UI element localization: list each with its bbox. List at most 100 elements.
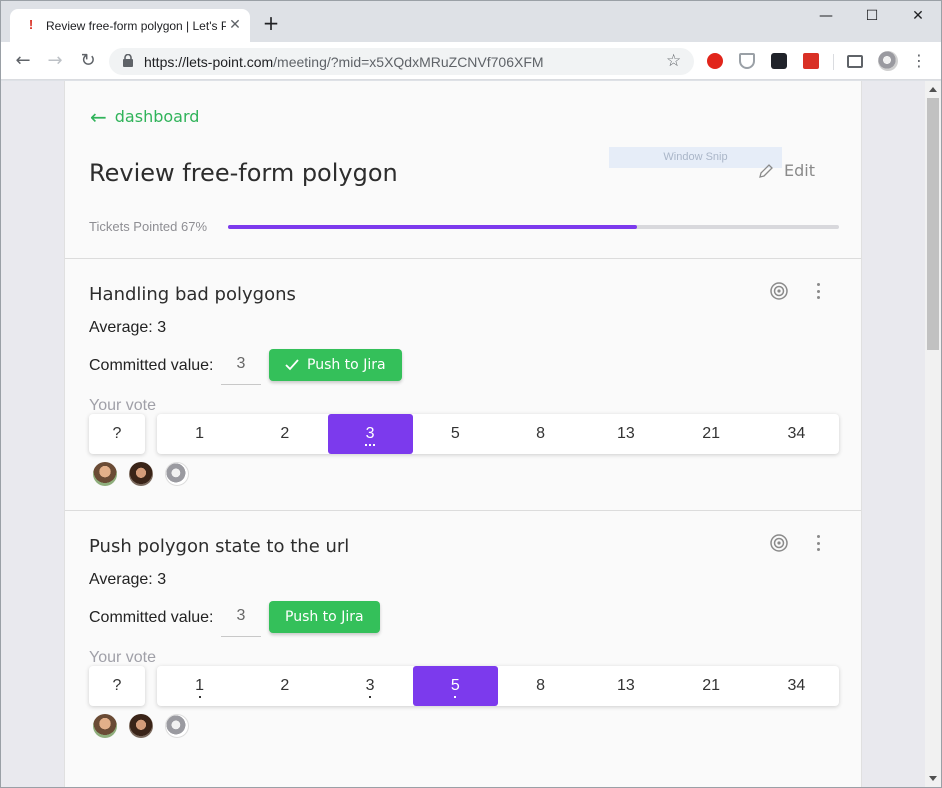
ticket-card: Handling bad polygons Average: 3 Committ…: [65, 258, 861, 510]
vote-option-label: 2: [280, 677, 290, 694]
avatar: [129, 462, 153, 486]
vote-option-3[interactable]: 3: [328, 666, 413, 706]
scroll-up-icon[interactable]: [929, 87, 937, 92]
push-to-jira-button[interactable]: Push to Jira: [269, 601, 380, 633]
arrow-left-icon: ←: [90, 104, 107, 129]
vote-option-1[interactable]: 1: [157, 414, 242, 454]
scroll-down-icon[interactable]: [929, 776, 937, 781]
lock-icon: [123, 54, 133, 67]
vote-count-dots: [328, 696, 413, 698]
url-text: https://lets-point.com/meeting/?mid=x5XQ…: [144, 54, 544, 70]
your-vote-label: Your vote: [89, 397, 157, 414]
adblock-extension-icon[interactable]: [707, 53, 723, 69]
vote-option-label: 1: [195, 677, 205, 694]
avatar: [93, 714, 117, 738]
vote-options: 1 2 3 5 8 13 21 34: [157, 666, 839, 706]
target-icon[interactable]: [769, 281, 789, 301]
shield-extension-icon[interactable]: [739, 53, 755, 69]
react-devtools-icon[interactable]: [771, 53, 787, 69]
vote-option-34[interactable]: 34: [754, 666, 839, 706]
browser-window: ! Review free-form polygon | Let's Point…: [0, 0, 942, 788]
lastpass-extension-icon[interactable]: [803, 53, 819, 69]
vote-option-2[interactable]: 2: [242, 666, 327, 706]
committed-value-input[interactable]: 3: [221, 349, 261, 385]
vote-option-21[interactable]: 21: [669, 666, 754, 706]
reload-icon[interactable]: ↻: [76, 49, 100, 73]
close-tab-icon[interactable]: ✕: [228, 18, 242, 32]
edit-label: Edit: [784, 161, 815, 180]
vote-option-21[interactable]: 21: [669, 414, 754, 454]
more-vertical-icon[interactable]: [817, 283, 821, 299]
vote-option-label: 21: [702, 425, 721, 442]
vote-option-label: 21: [702, 677, 721, 694]
scroll-thumb[interactable]: [927, 98, 939, 350]
url-host: https://lets-point.com: [144, 54, 274, 70]
avatar: [165, 714, 189, 738]
vote-option-34[interactable]: 34: [754, 414, 839, 454]
avatar: [129, 714, 153, 738]
window-snip-overlay: Window Snip: [609, 147, 782, 168]
vote-option-label: 34: [787, 677, 806, 694]
vote-option-label: 5: [450, 677, 460, 694]
ticket-card: Push polygon state to the url Average: 3…: [65, 510, 861, 762]
tab-favicon-icon: !: [28, 17, 34, 32]
vote-option-5[interactable]: 5: [412, 666, 498, 706]
browser-toolbar: ← → ↻ https://lets-point.com/meeting/?mi…: [1, 42, 941, 80]
vote-option-8[interactable]: 8: [498, 666, 583, 706]
vote-count-dots: [413, 696, 498, 698]
chrome-menu-icon[interactable]: ⋮: [907, 49, 931, 73]
ticket-title: Handling bad polygons: [89, 284, 296, 305]
maximize-button[interactable]: ☐: [849, 5, 895, 29]
pencil-icon: [759, 163, 773, 178]
web-content: ← dashboard Review free-form polygon Win…: [1, 81, 925, 787]
your-vote-label: Your vote: [89, 649, 157, 666]
cast-icon[interactable]: [847, 55, 863, 68]
push-to-jira-button[interactable]: Push to Jira: [269, 349, 402, 381]
ticket-average: Average: 3: [89, 319, 167, 336]
vote-count-dots: [157, 696, 242, 698]
bookmark-star-icon[interactable]: ☆: [666, 51, 681, 71]
vote-option-13[interactable]: 13: [583, 414, 668, 454]
vote-option-13[interactable]: 13: [583, 666, 668, 706]
ticket-title: Push polygon state to the url: [89, 536, 350, 557]
push-to-jira-label: Push to Jira: [307, 357, 386, 373]
vote-unknown-button[interactable]: ?: [89, 414, 145, 454]
vote-option-label: 8: [536, 425, 546, 442]
tab-title: Review free-form polygon | Let's Point: [46, 19, 226, 33]
voter-avatars: [93, 462, 189, 486]
close-window-button[interactable]: ✕: [895, 5, 941, 29]
vote-option-2[interactable]: 2: [242, 414, 327, 454]
progress-label: Tickets Pointed 67%: [89, 219, 208, 234]
ticket-average: Average: 3: [89, 571, 167, 588]
back-arrow-icon[interactable]: ←: [11, 49, 35, 73]
browser-tab[interactable]: ! Review free-form polygon | Let's Point…: [10, 9, 250, 42]
vote-option-label: 3: [365, 677, 375, 694]
edit-button[interactable]: Edit: [758, 161, 815, 180]
target-icon[interactable]: [769, 533, 789, 553]
address-bar[interactable]: https://lets-point.com/meeting/?mid=x5XQ…: [109, 48, 694, 75]
minimize-button[interactable]: —: [803, 5, 849, 29]
voter-avatars: [93, 714, 189, 738]
url-path: /meeting/?mid=x5XQdxMRuZCNVf706XFM: [273, 54, 544, 70]
vote-option-label: 8: [536, 677, 546, 694]
new-tab-button[interactable]: +: [261, 13, 281, 34]
progress-fill: [228, 225, 638, 229]
vote-option-label: 5: [450, 425, 460, 442]
forward-arrow-icon[interactable]: →: [43, 49, 67, 73]
progress-bar: [228, 225, 839, 229]
meeting-page: ← dashboard Review free-form polygon Win…: [64, 81, 862, 787]
vote-option-label: 1: [195, 425, 205, 442]
vote-option-label: 2: [280, 425, 290, 442]
more-vertical-icon[interactable]: [817, 535, 821, 551]
committed-value-label: Committed value:: [89, 357, 214, 374]
vote-unknown-button[interactable]: ?: [89, 666, 145, 706]
vote-option-5[interactable]: 5: [413, 414, 498, 454]
vote-option-label: 13: [616, 677, 635, 694]
profile-avatar[interactable]: [878, 51, 898, 71]
dashboard-link[interactable]: ← dashboard: [90, 104, 199, 129]
page-scrollbar[interactable]: [925, 81, 941, 787]
vote-option-8[interactable]: 8: [498, 414, 583, 454]
committed-value-input[interactable]: 3: [221, 601, 261, 637]
vote-option-1[interactable]: 1: [157, 666, 242, 706]
vote-option-3[interactable]: 3: [327, 414, 413, 454]
